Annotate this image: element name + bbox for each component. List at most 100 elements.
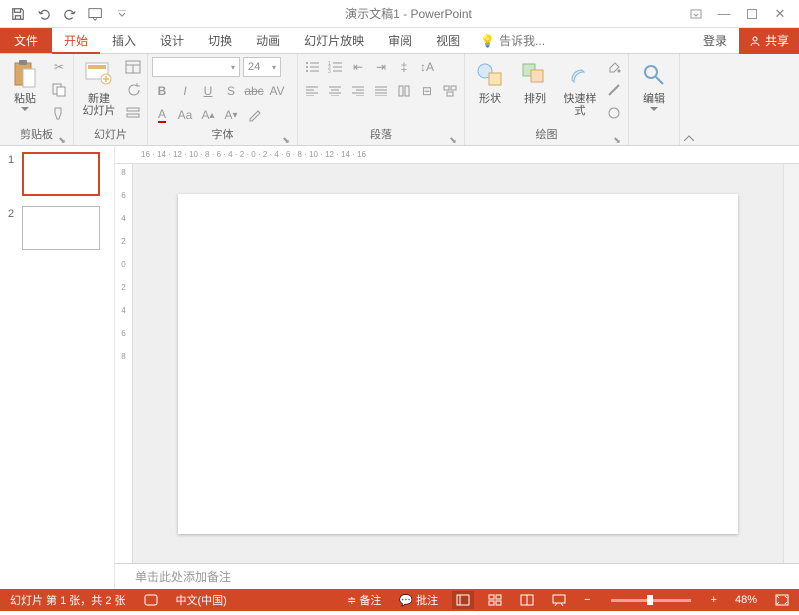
bullets-button[interactable] [302, 57, 322, 77]
font-launcher[interactable]: ⬊ [281, 133, 291, 143]
collapse-ribbon-button[interactable] [679, 54, 697, 145]
chevron-down-icon [21, 107, 29, 111]
increase-indent-button[interactable]: ⇥ [371, 57, 391, 77]
new-slide-label: 新建 幻灯片 [83, 93, 116, 117]
slide-thumbnail-1[interactable] [22, 152, 100, 196]
tab-slideshow[interactable]: 幻灯片放映 [292, 28, 376, 53]
shape-outline-button[interactable] [604, 80, 624, 100]
decrease-indent-button[interactable]: ⇤ [348, 57, 368, 77]
slide-thumbnail-2[interactable] [22, 206, 100, 250]
close-button[interactable]: ✕ [767, 4, 793, 24]
clear-formatting-button[interactable] [244, 105, 264, 125]
quick-styles-button[interactable]: 快速样式 [559, 57, 601, 117]
ribbon-options-button[interactable] [683, 4, 709, 24]
zoom-out-button[interactable]: − [580, 589, 594, 611]
notes-toggle-button[interactable]: ≑备注 [343, 589, 385, 611]
numbering-button[interactable]: 123 [325, 57, 345, 77]
lightbulb-icon: 💡 [480, 34, 495, 48]
maximize-button[interactable] [739, 4, 765, 24]
shapes-button[interactable]: 形状 [469, 57, 511, 105]
find-icon [638, 59, 670, 91]
clipboard-launcher[interactable]: ⬊ [57, 133, 67, 143]
vertical-scrollbar[interactable] [783, 164, 799, 563]
zoom-level[interactable]: 48% [731, 589, 761, 611]
format-painter-button[interactable] [49, 103, 69, 123]
shrink-font-button[interactable]: A▾ [221, 105, 241, 125]
normal-view-button[interactable] [452, 591, 474, 609]
reading-view-button[interactable] [516, 591, 538, 609]
font-color-button[interactable]: A [152, 105, 172, 125]
columns-button[interactable] [394, 81, 414, 101]
reset-button[interactable] [123, 80, 143, 100]
thumbnail-row[interactable]: 1 [8, 152, 106, 196]
editing-button[interactable]: 编辑 [633, 57, 675, 111]
tab-file[interactable]: 文件 [0, 28, 52, 53]
convert-smartart-button[interactable] [440, 81, 460, 101]
vertical-ruler[interactable]: 864202468 [115, 164, 133, 563]
fit-to-window-button[interactable] [771, 591, 793, 609]
paragraph-launcher[interactable]: ⬊ [448, 133, 458, 143]
workspace: 1 2 16 · 14 · 12 · 10 · 8 · 6 · 4 · 2 · … [0, 146, 799, 589]
slide-sorter-view-button[interactable] [484, 591, 506, 609]
slideshow-view-button[interactable] [548, 591, 570, 609]
thumbnail-row[interactable]: 2 [8, 206, 106, 250]
underline-button[interactable]: U [198, 81, 218, 101]
tab-insert[interactable]: 插入 [100, 28, 148, 53]
minimize-button[interactable]: — [711, 4, 737, 24]
cut-button[interactable]: ✂ [49, 57, 69, 77]
undo-button[interactable] [32, 2, 56, 26]
layout-button[interactable] [123, 57, 143, 77]
align-left-button[interactable] [302, 81, 322, 101]
paste-label: 粘贴 [14, 93, 36, 105]
bold-button[interactable]: B [152, 81, 172, 101]
justify-button[interactable] [371, 81, 391, 101]
share-button[interactable]: 共享 [739, 28, 799, 54]
italic-button[interactable]: I [175, 81, 195, 101]
tab-home[interactable]: 开始 [52, 28, 100, 54]
language-indicator[interactable]: 中文(中国) [172, 589, 231, 611]
tab-design[interactable]: 设计 [148, 28, 196, 53]
copy-button[interactable] [49, 80, 69, 100]
tab-transitions[interactable]: 切换 [196, 28, 244, 53]
section-button[interactable] [123, 103, 143, 123]
thumbnail-number: 2 [8, 206, 18, 220]
comments-toggle-button[interactable]: 💬批注 [395, 589, 442, 611]
align-center-button[interactable] [325, 81, 345, 101]
zoom-in-button[interactable]: + [707, 589, 721, 611]
slide-canvas[interactable] [178, 194, 738, 534]
align-text-button[interactable]: ⊟ [417, 81, 437, 101]
spell-check-button[interactable] [140, 589, 162, 611]
start-from-beginning-button[interactable] [84, 2, 108, 26]
shape-effects-button[interactable] [604, 103, 624, 123]
font-family-combo[interactable]: ▾ [152, 57, 240, 77]
horizontal-ruler[interactable]: 16 · 14 · 12 · 10 · 8 · 6 · 4 · 2 · 0 · … [115, 146, 799, 164]
align-right-button[interactable] [348, 81, 368, 101]
grow-font-button[interactable]: A▴ [198, 105, 218, 125]
change-case-button[interactable]: Aa [175, 105, 195, 125]
tab-view[interactable]: 视图 [424, 28, 472, 53]
strikethrough-button[interactable]: abc [244, 81, 264, 101]
status-bar: 幻灯片 第 1 张，共 2 张 中文(中国) ≑备注 💬批注 − + 48% [0, 589, 799, 611]
arrange-button[interactable]: 排列 [514, 57, 556, 105]
tab-review[interactable]: 审阅 [376, 28, 424, 53]
qat-customize-button[interactable] [110, 2, 134, 26]
slide-canvas-area[interactable] [133, 164, 783, 563]
tab-animations[interactable]: 动画 [244, 28, 292, 53]
save-button[interactable] [6, 2, 30, 26]
shadow-button[interactable]: S [221, 81, 241, 101]
font-size-combo[interactable]: 24▾ [243, 57, 281, 77]
arrange-icon [519, 59, 551, 91]
zoom-slider[interactable] [611, 599, 691, 602]
redo-button[interactable] [58, 2, 82, 26]
tell-me-search[interactable]: 💡 告诉我... [472, 28, 553, 53]
new-slide-button[interactable]: 新建 幻灯片 [78, 57, 120, 117]
login-button[interactable]: 登录 [691, 32, 739, 49]
character-spacing-button[interactable]: AV [267, 81, 287, 101]
paste-button[interactable]: 粘贴 [4, 57, 46, 111]
shape-fill-button[interactable] [604, 57, 624, 77]
text-direction-button[interactable]: ↕A [417, 57, 437, 77]
slide-counter[interactable]: 幻灯片 第 1 张，共 2 张 [6, 589, 130, 611]
notes-pane[interactable]: 单击此处添加备注 [115, 563, 799, 589]
line-spacing-button[interactable]: ‡ [394, 57, 414, 77]
drawing-launcher[interactable]: ⬊ [612, 133, 622, 143]
